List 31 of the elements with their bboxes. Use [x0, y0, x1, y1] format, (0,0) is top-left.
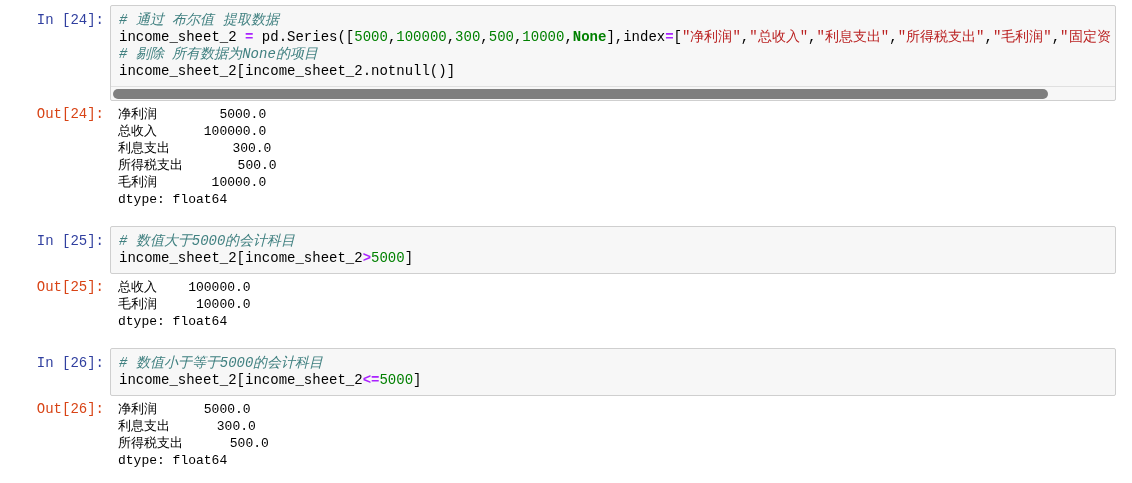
code-line: income_sheet_2[income_sheet_2>5000]	[119, 250, 414, 267]
horizontal-scrollbar[interactable]	[113, 88, 1048, 99]
output-line: 总收入 100000.0	[118, 279, 251, 296]
output-line: 所得税支出 500.0	[118, 435, 269, 452]
code-cell[interactable]: # 数值大于5000的会计科目 income_sheet_2[income_sheet_2>5000]	[110, 226, 1116, 274]
output-line: dtype: float64	[118, 452, 228, 469]
output-line: 净利润 5000.0	[118, 401, 251, 418]
code-line: income_sheet_2[income_sheet_2.notnull()]	[119, 63, 456, 80]
input-prompt: In [24]:	[35, 11, 105, 29]
code-cell[interactable]: # 通过 布尔值 提取数据 income_sheet_2 = pd.Series([5000,100000,300,500,10000,None],index=["净利润","总收入","利息支出","所得税支出","毛利润","固定资 # 剔除 所有数据为None的项目 income_sheet_2[income_sheet_2.notnull()]	[110, 5, 1116, 101]
code-line: # 剔除 所有数据为None的项目	[119, 46, 318, 63]
output-prompt: Out[25]:	[35, 279, 105, 296]
output-line: dtype: float64	[118, 313, 228, 330]
output-line: 净利润 5000.0	[118, 106, 267, 123]
output-line: dtype: float64	[118, 191, 228, 208]
code-line: # 通过 布尔值 提取数据	[119, 12, 279, 29]
code-line: # 数值大于5000的会计科目	[119, 233, 296, 250]
output-prompt: Out[26]:	[35, 401, 105, 418]
input-prompt: In [25]:	[35, 232, 105, 250]
output-line: 利息支出 300.0	[118, 418, 256, 435]
code-line: # 数值小于等于5000的会计科目	[119, 355, 324, 372]
input-prompt: In [26]:	[35, 354, 105, 372]
output-line: 总收入 100000.0	[118, 123, 267, 140]
code-line: income_sheet_2[income_sheet_2<=5000]	[119, 372, 422, 389]
code-cell[interactable]: # 数值小于等于5000的会计科目 income_sheet_2[income_sheet_2<=5000]	[110, 348, 1116, 396]
output-line: 利息支出 300.0	[118, 140, 272, 157]
output-line: 毛利润 10000.0	[118, 296, 251, 313]
code-line: income_sheet_2 = pd.Series([5000,100000,300,500,10000,None],index=["净利润","总收入","利息支出","所得税支出","毛利润","固定资	[119, 29, 1111, 46]
output-line: 毛利润 10000.0	[118, 174, 267, 191]
output-line: 所得税支出 500.0	[118, 157, 277, 174]
output-prompt: Out[24]:	[35, 106, 105, 123]
